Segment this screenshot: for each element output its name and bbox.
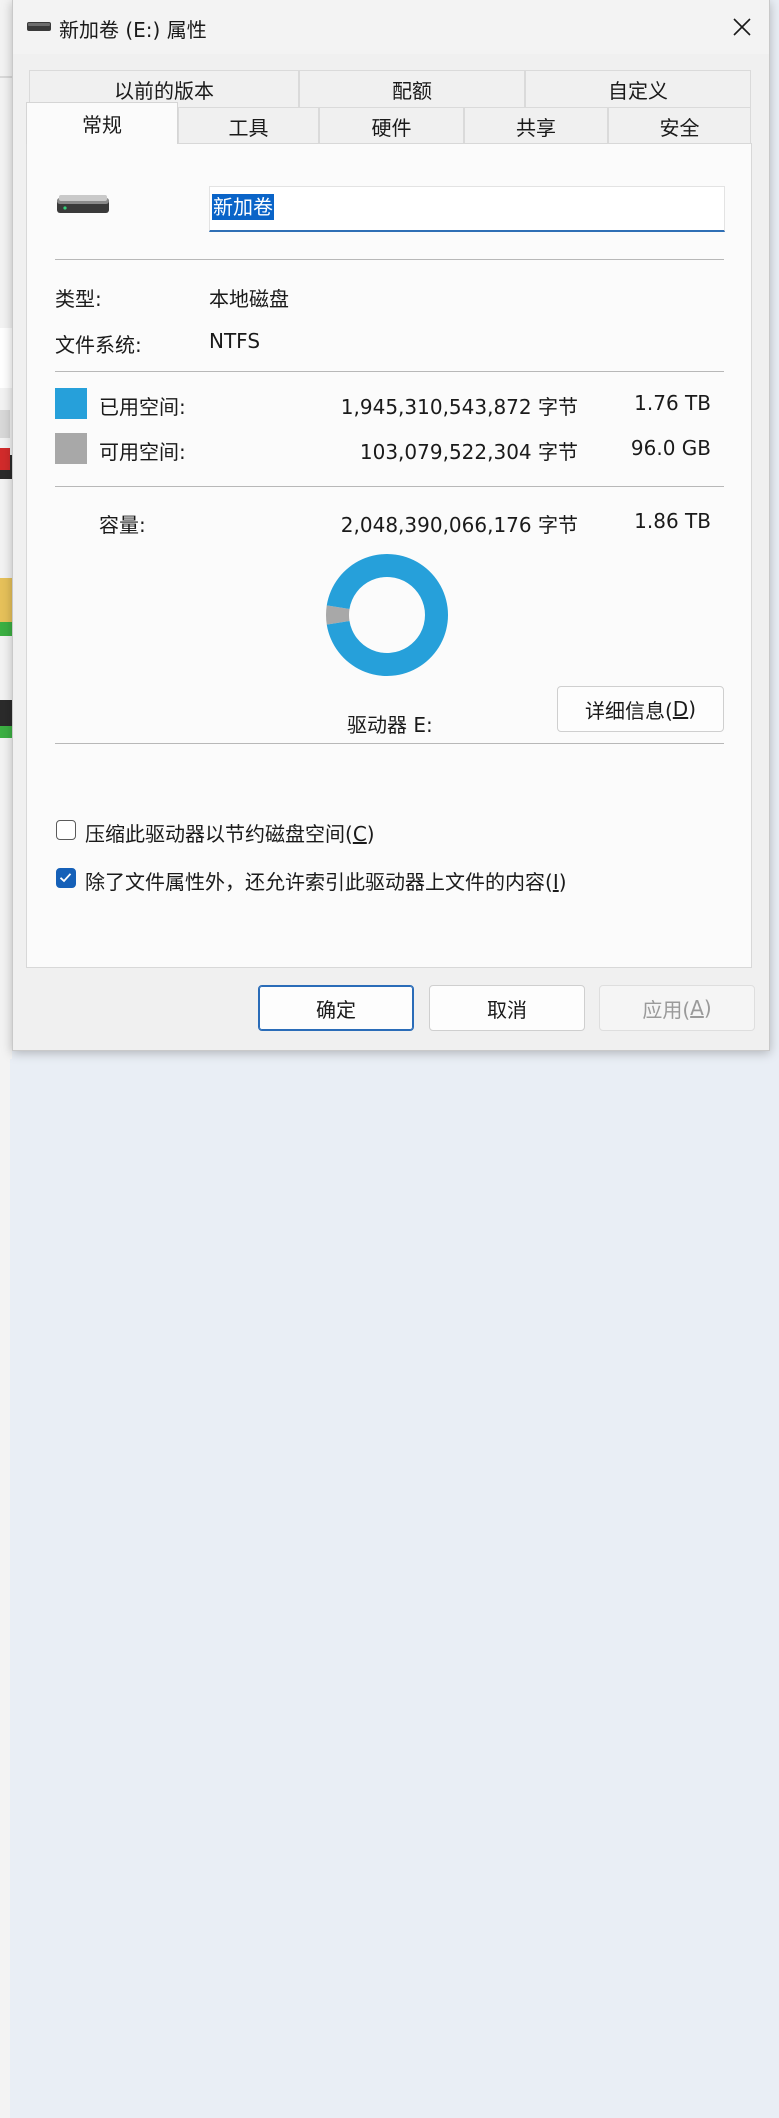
drive-icon	[27, 22, 51, 31]
details-button-label: 详细信息(	[584, 698, 673, 723]
tab-label: 安全	[659, 115, 700, 140]
compress-accesskey: C	[352, 822, 367, 846]
tab-customize[interactable]: 自定义	[525, 70, 751, 107]
tab-security[interactable]: 安全	[608, 107, 751, 144]
type-label: 类型:	[55, 287, 102, 311]
free-space-bytes: 103,079,522,304 字节	[359, 440, 578, 464]
divider	[55, 259, 724, 260]
free-space-size: 96.0 GB	[630, 436, 711, 460]
compress-label: 压缩此驱动器以节约磁盘空间(C)	[85, 818, 375, 847]
window-title: 新加卷 (E:) 属性	[59, 18, 207, 42]
tab-label: 硬件	[371, 115, 412, 140]
tab-general[interactable]: 常规	[26, 102, 178, 144]
used-space-size: 1.76 TB	[634, 391, 711, 415]
tab-label: 常规	[82, 113, 122, 137]
compress-checkbox[interactable]	[56, 820, 76, 840]
volume-name-input[interactable]: 新加卷	[209, 186, 725, 232]
ok-button-label: 确定	[316, 997, 356, 1022]
tab-label: 工具	[228, 115, 269, 140]
cancel-button[interactable]: 取消	[429, 985, 585, 1031]
tab-hardware[interactable]: 硬件	[319, 107, 464, 144]
used-space-label: 已用空间:	[99, 395, 186, 419]
disk-usage-donut	[326, 554, 448, 676]
file-system-value: NTFS	[209, 329, 261, 353]
apply-button[interactable]: 应用(A)	[599, 985, 755, 1031]
tab-sharing[interactable]: 共享	[464, 107, 608, 144]
apply-button-accesskey: A	[690, 996, 704, 1020]
tab-tools[interactable]: 工具	[178, 107, 319, 144]
tab-label: 共享	[516, 115, 556, 140]
background-window-left	[0, 0, 12, 1059]
title-bar: 新加卷 (E:) 属性	[13, 0, 769, 54]
divider	[55, 486, 724, 487]
hard-drive-icon	[57, 195, 109, 213]
index-label-text: 除了文件属性外，还允许索引此驱动器上文件的内容(	[85, 870, 553, 894]
details-button-accesskey: D	[672, 697, 689, 721]
used-space-bytes: 1,945,310,543,872 字节	[340, 395, 578, 419]
compress-label-suffix: )	[366, 822, 375, 846]
index-checkbox[interactable]	[56, 868, 76, 888]
cancel-button-label: 取消	[487, 997, 527, 1022]
free-space-label: 可用空间:	[99, 440, 186, 464]
index-label: 除了文件属性外，还允许索引此驱动器上文件的内容(I)	[85, 866, 567, 895]
details-button-suffix: )	[688, 697, 697, 721]
tab-label: 配额	[392, 78, 432, 103]
background-window-right	[0, 410, 10, 2118]
used-space-swatch	[55, 388, 87, 419]
volume-name-text: 新加卷	[212, 194, 274, 220]
details-button[interactable]: 详细信息(D)	[557, 686, 724, 732]
tab-label: 以前的版本	[114, 78, 214, 103]
compress-label-text: 压缩此驱动器以节约磁盘空间(	[85, 822, 353, 846]
close-icon	[733, 18, 751, 36]
capacity-size: 1.86 TB	[634, 509, 711, 533]
apply-button-label: 应用(	[642, 997, 691, 1022]
divider	[55, 371, 724, 372]
capacity-bytes: 2,048,390,066,176 字节	[340, 513, 578, 537]
file-system-label: 文件系统:	[55, 333, 142, 357]
type-value: 本地磁盘	[209, 287, 289, 311]
checkmark-icon	[59, 873, 72, 883]
apply-button-suffix: )	[703, 996, 712, 1020]
tab-label: 自定义	[608, 78, 668, 103]
tab-quota[interactable]: 配额	[299, 70, 525, 107]
drive-label: 驱动器 E:	[347, 713, 433, 737]
index-label-suffix: )	[558, 870, 567, 894]
ok-button[interactable]: 确定	[258, 985, 414, 1031]
capacity-label: 容量:	[99, 513, 146, 537]
properties-dialog: 新加卷 (E:) 属性 以前的版本 配额 自定义 常规 工具 硬件 共享 安全 …	[12, 0, 770, 1051]
close-button[interactable]	[715, 0, 769, 54]
free-space-swatch	[55, 433, 87, 464]
divider	[55, 743, 724, 744]
